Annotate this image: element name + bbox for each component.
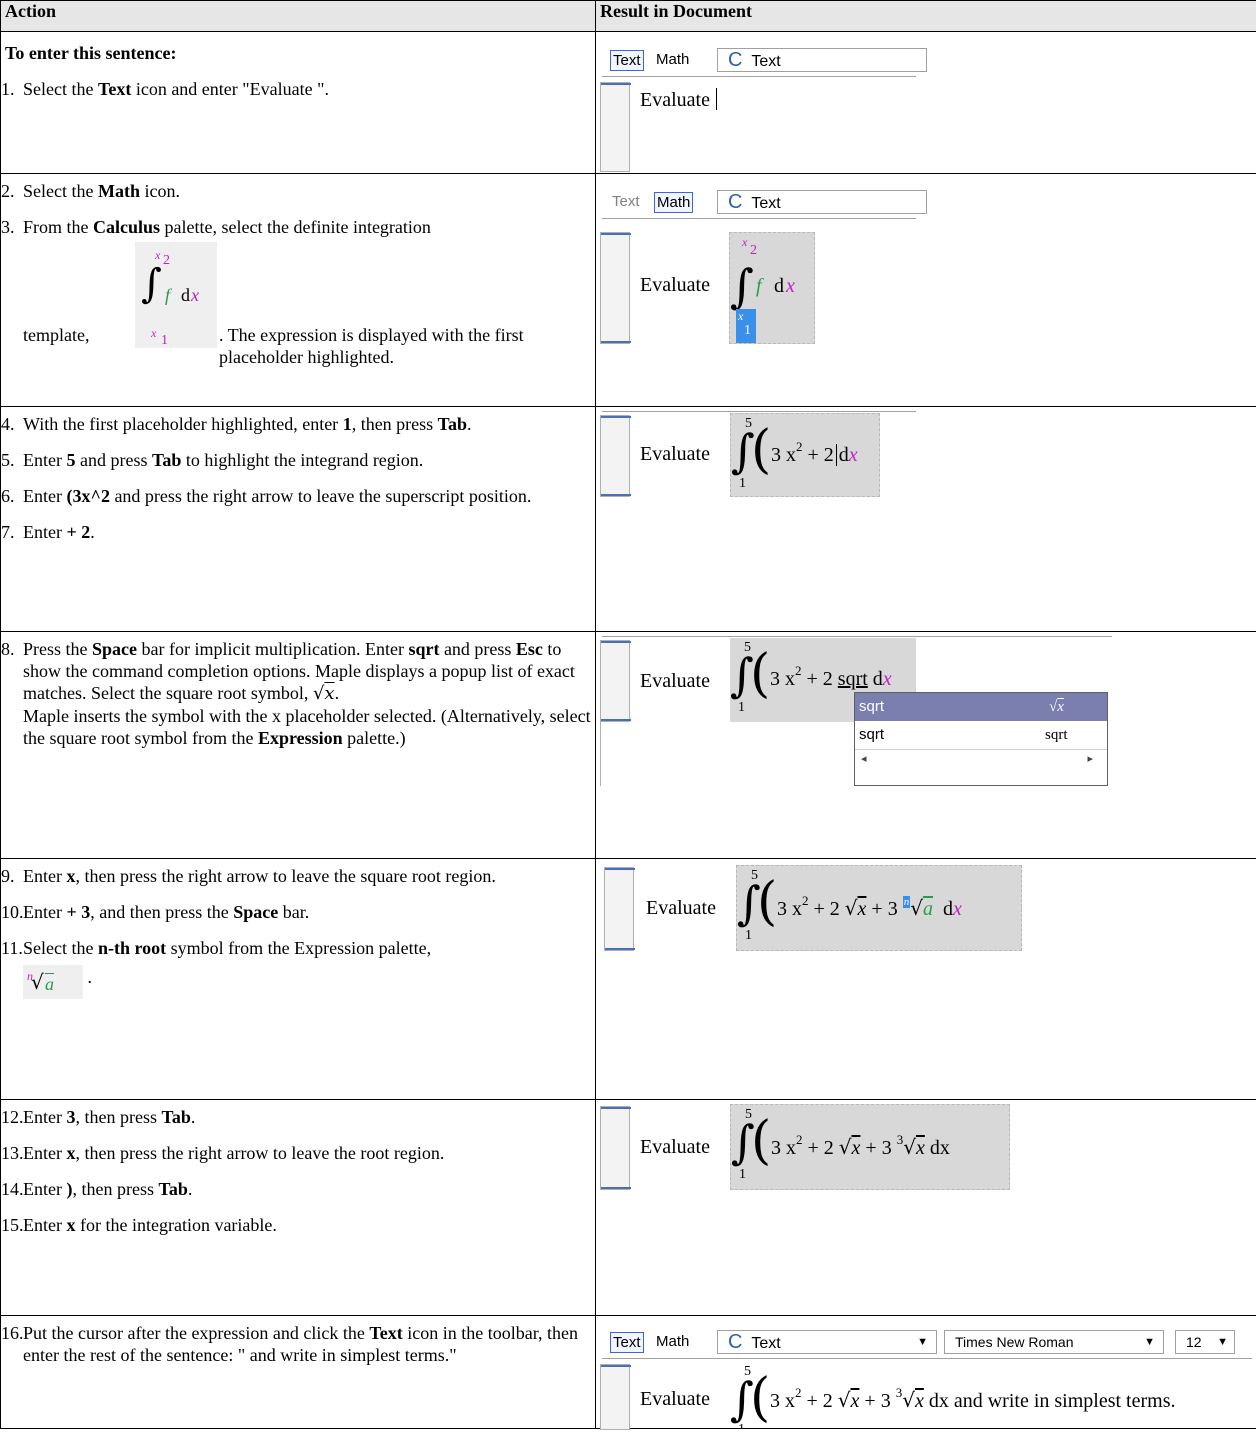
math-region[interactable]: ∫ 5 1 ( 3 x2 + 2 √x + 3 n√a dx [736, 865, 1022, 951]
definite-integration-template-icon[interactable]: x2 ∫ f dx x1 [135, 242, 217, 348]
toolbar: Text Math C Text ▼ Times New Roman ▼ 12 ▼ [602, 1326, 1252, 1359]
document-text[interactable]: Evaluate [640, 670, 710, 693]
row3-action: 4. With the first placeholder highlighted… [0, 406, 596, 632]
text-cursor [715, 88, 717, 110]
text-mode-button[interactable]: Text [610, 50, 644, 71]
step-14: 14. Enter ), then press Tab. [1, 1179, 193, 1199]
style-icon: C [728, 191, 743, 213]
row7-action: 16. Put the cursor after the expression a… [0, 1315, 596, 1429]
execution-group-bracket[interactable] [600, 82, 631, 172]
step-10: 10. Enter + 3, and then press the Space b… [1, 902, 310, 922]
font-size-combo[interactable]: 12 ▼ [1175, 1330, 1235, 1354]
result-header: Result in Document [595, 0, 1256, 32]
row2-result: Text Math C Text Evaluate x2 ∫ f dx x1 [595, 173, 1256, 407]
step-13: 13. Enter x, then press the right arrow t… [1, 1143, 445, 1163]
execution-group-bracket[interactable] [600, 1106, 631, 1190]
step-8: 8. Press the Space bar for implicit multi… [1, 639, 591, 748]
execution-group-bracket[interactable] [600, 232, 631, 344]
document-text[interactable]: Evaluate [640, 443, 710, 466]
style-combo[interactable]: C Text [717, 190, 927, 214]
completion-popup: sqrt √x sqrt sqrt ◂ ▸ [854, 692, 1108, 786]
document-text[interactable]: Evaluate [640, 1136, 710, 1159]
step-7: 7. Enter + 2. [1, 522, 95, 542]
row3-result: Evaluate ∫ 5 1 ( 3 x2 + 2 dx [595, 406, 1256, 632]
execution-group-bracket[interactable] [600, 415, 631, 497]
action-header: Action [0, 0, 596, 32]
nth-root-template-icon[interactable]: n √ a [23, 965, 83, 999]
chevron-down-icon: ▼ [1144, 1336, 1155, 1348]
style-combo[interactable]: C Text ▼ [717, 1330, 937, 1354]
row4-result: Evaluate ∫ 5 1 ( 3 x2 + 2 sqrt dx sqrt √x… [595, 631, 1256, 859]
scroll-left-icon: ◂ [861, 753, 867, 765]
style-icon: C [728, 49, 743, 71]
toolbar: Text Math C Text [602, 186, 927, 219]
scroll-right-icon: ▸ [1087, 753, 1093, 765]
row1-result: Text Math C Text Evaluate [595, 31, 1256, 174]
chevron-down-icon: ▼ [917, 1336, 928, 1348]
math-region[interactable]: ∫ 5 1 ( 3 x2 + 2 dx [730, 413, 880, 497]
step-12: 12. Enter 3, then press Tab. [1, 1107, 196, 1127]
step-6: 6. Enter (3x^2 and press the right arrow … [1, 486, 532, 506]
instructions-table: Action Result in Document To enter this … [0, 0, 1256, 1430]
math-region[interactable]: ∫ 5 1 ( 3 x2 + 2 √x + 3 3√x dx and write… [730, 1362, 1250, 1428]
row4-action: 8. Press the Space bar for implicit multi… [0, 631, 596, 859]
row5-result: Evaluate ∫ 5 1 ( 3 x2 + 2 √x + 3 n√a dx [595, 858, 1256, 1100]
chevron-down-icon: ▼ [1217, 1336, 1228, 1348]
math-region[interactable]: ∫ 5 1 ( 3 x2 + 2 √x + 3 3√x dx [730, 1104, 1010, 1190]
toolbar: Text Math C Text [602, 44, 927, 77]
execution-group-bracket[interactable] [600, 640, 631, 722]
row5-action: 9. Enter x, then press the right arrow to… [0, 858, 596, 1100]
step-3: 3. From the Calculus palette, select the … [1, 217, 524, 367]
math-mode-button[interactable]: Math [654, 192, 694, 213]
style-icon: C [728, 1331, 743, 1353]
document-text[interactable]: Evaluate [640, 1388, 710, 1411]
document-text[interactable]: Evaluate [646, 897, 716, 920]
step-15: 15. Enter x for the integration variable. [1, 1215, 277, 1235]
document-text[interactable]: Evaluate [640, 274, 710, 297]
intro-title: To enter this sentence: [5, 43, 177, 63]
step-1: 1. Select the Text icon and enter "Evalua… [1, 79, 329, 99]
style-combo[interactable]: C Text [717, 48, 927, 72]
popup-horizontal-scrollbar[interactable]: ◂ ▸ [855, 749, 1107, 770]
execution-group-bracket[interactable] [600, 1364, 631, 1430]
step-11: 11. Select the n-th root symbol from the … [1, 937, 591, 999]
row2-action: 2. Select the Math icon. 3. From the Calcu… [0, 173, 596, 407]
math-mode-button[interactable]: Math [654, 50, 691, 69]
text-mode-button[interactable]: Text [610, 1332, 644, 1353]
row6-action: 12. Enter 3, then press Tab. 13. Enter x, … [0, 1099, 596, 1316]
step-9: 9. Enter x, then press the right arrow to… [1, 866, 496, 886]
step-4: 4. With the first placeholder highlighted… [1, 414, 472, 434]
completion-option-sqrt-symbol[interactable]: sqrt √x [855, 693, 1107, 721]
execution-group-bracket[interactable] [604, 867, 635, 951]
text-mode-button[interactable]: Text [610, 192, 642, 211]
row6-result: Evaluate ∫ 5 1 ( 3 x2 + 2 √x + 3 3√x dx [595, 1099, 1256, 1316]
sqrt-symbol-icon[interactable]: √x [313, 683, 335, 704]
root-index-placeholder[interactable]: n [902, 896, 911, 908]
lower-bound-placeholder[interactable]: x1 [736, 309, 756, 343]
row7-result: Text Math C Text ▼ Times New Roman ▼ 12 ▼ E… [595, 1315, 1256, 1430]
math-mode-button[interactable]: Math [654, 1332, 691, 1351]
completion-option-sqrt-text[interactable]: sqrt sqrt [855, 721, 1107, 749]
step-5: 5. Enter 5 and press Tab to highlight the… [1, 450, 424, 470]
math-region[interactable]: x2 ∫ f dx x1 [729, 232, 815, 344]
font-combo[interactable]: Times New Roman ▼ [944, 1330, 1164, 1354]
row1-action: To enter this sentence: 1. Select the Tex… [0, 31, 596, 174]
step-2: 2. Select the Math icon. [1, 181, 180, 201]
document-text[interactable]: Evaluate [640, 88, 717, 112]
step-16: 16. Put the cursor after the expression a… [1, 1323, 578, 1365]
